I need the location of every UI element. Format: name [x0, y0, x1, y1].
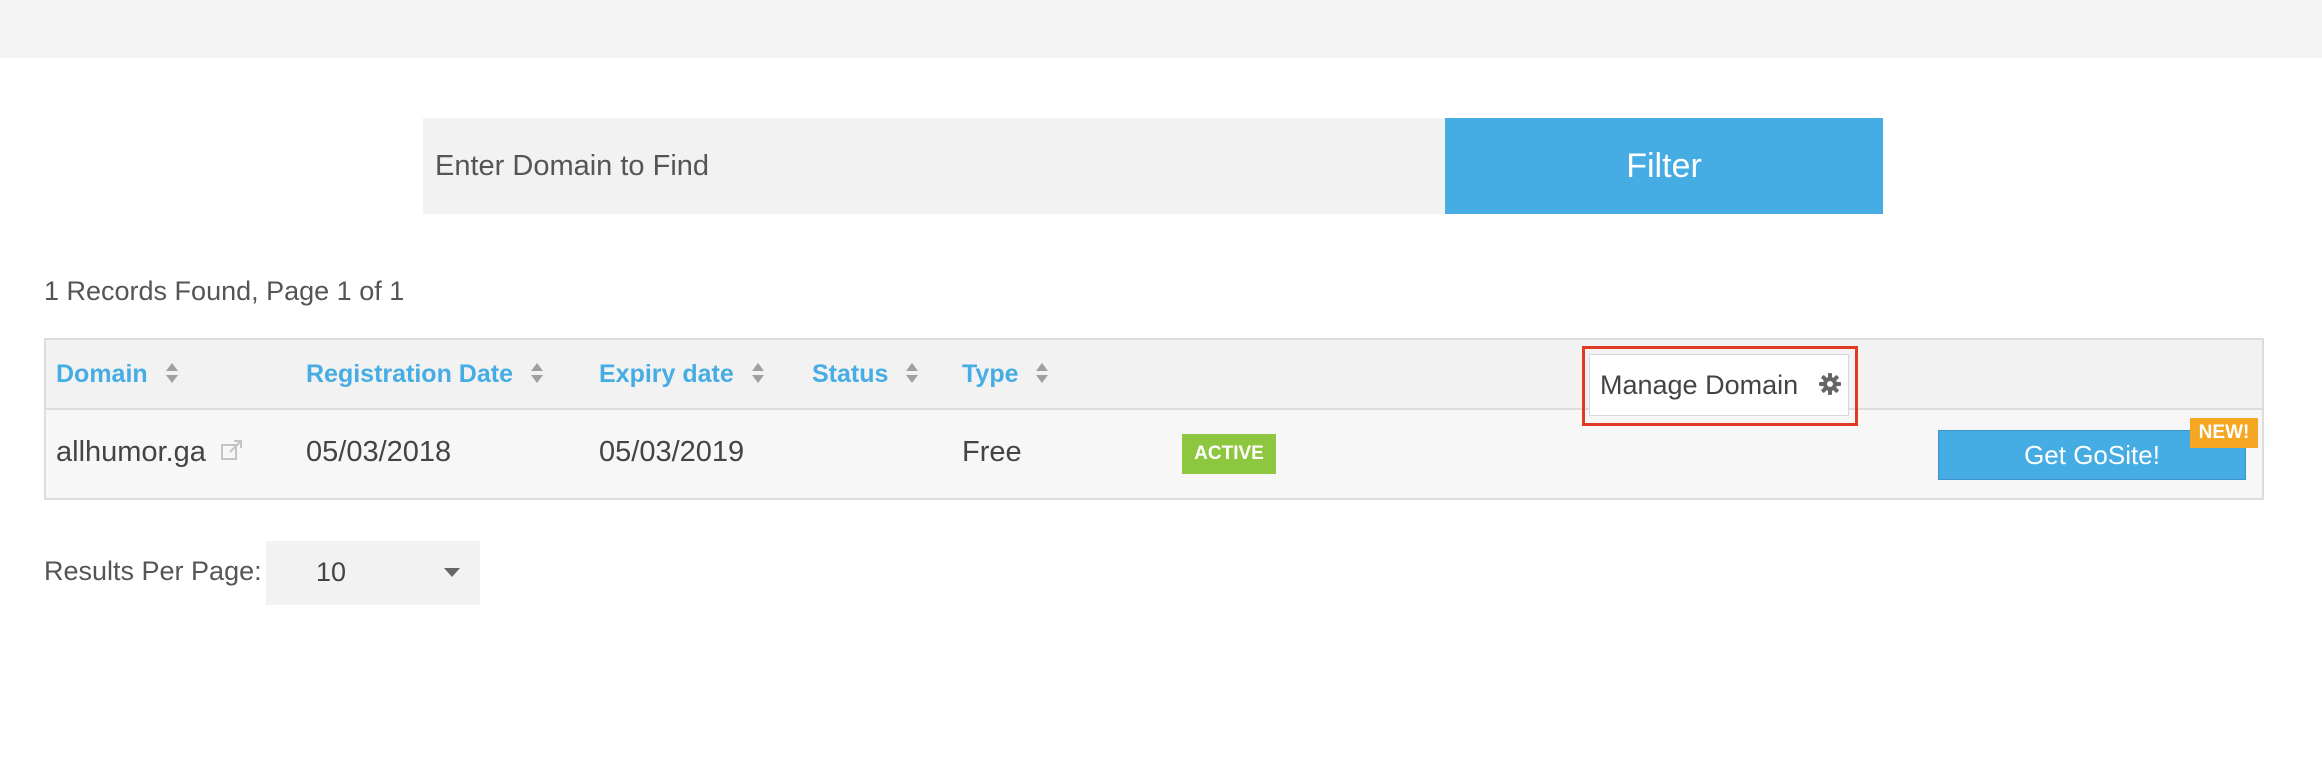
registration-date-cell: 05/03/2018 [306, 436, 452, 468]
chevron-down-icon [444, 568, 460, 577]
manage-domain-label: Manage Domain [1600, 369, 1799, 400]
column-header-status[interactable]: Status [812, 360, 919, 389]
sort-icon [1036, 363, 1049, 384]
top-bar [0, 0, 2322, 58]
records-count-text: 1 Records Found, Page 1 of 1 [44, 276, 405, 306]
column-header-label: Domain [56, 360, 148, 388]
column-header-label: Expiry date [599, 360, 734, 388]
domain-cell: allhumor.ga [56, 436, 244, 469]
type-cell: Free [962, 436, 1022, 468]
manage-domain-button[interactable]: Manage Domain [1589, 354, 1849, 416]
table-row: allhumor.ga 05/03/2018 05/03/2019 ACTIVE… [46, 410, 2262, 498]
status-badge: ACTIVE [1182, 434, 1276, 474]
expiry-date-cell: 05/03/2019 [599, 436, 745, 468]
column-header-domain[interactable]: Domain [56, 360, 179, 389]
results-per-page-value: 10 [316, 557, 347, 587]
column-header-label: Status [812, 360, 889, 388]
domain-name: allhumor.ga [56, 436, 206, 468]
column-header-label: Type [962, 360, 1019, 388]
domains-table: Domain Registration Date Expiry date Sta… [44, 338, 2264, 500]
external-link-icon[interactable] [220, 439, 244, 463]
results-per-page-label: Results Per Page: [44, 556, 262, 586]
sort-icon [530, 363, 543, 384]
results-per-page-select[interactable]: 10 [266, 541, 480, 605]
column-header-type[interactable]: Type [962, 360, 1049, 389]
column-header-expiry-date[interactable]: Expiry date [599, 360, 765, 389]
sort-icon [165, 363, 178, 384]
gear-icon [1818, 373, 1841, 396]
new-badge: NEW! [2190, 418, 2258, 448]
domain-search-input[interactable] [423, 118, 1445, 214]
column-header-registration-date[interactable]: Registration Date [306, 360, 544, 389]
table-header-row: Domain Registration Date Expiry date Sta… [46, 340, 2262, 410]
filter-button[interactable]: Filter [1445, 118, 1883, 214]
column-header-label: Registration Date [306, 360, 513, 388]
sort-icon [906, 363, 919, 384]
sort-icon [751, 363, 764, 384]
